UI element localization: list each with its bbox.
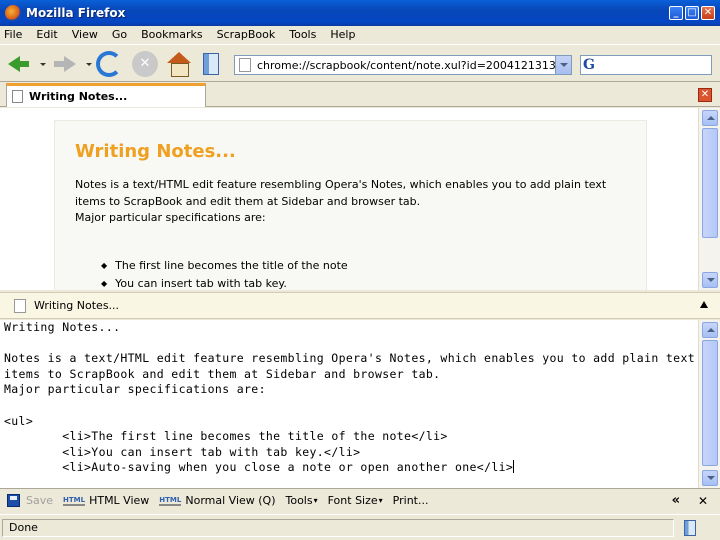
menu-help[interactable]: Help xyxy=(330,28,355,41)
window-title: Mozilla Firefox xyxy=(26,6,126,20)
close-window-button[interactable]: ✕ xyxy=(701,6,715,20)
editor-line: <li>The first line becomes the title of … xyxy=(4,429,448,444)
save-icon xyxy=(7,494,20,507)
status-text: Done xyxy=(9,521,38,534)
note-title: Writing Notes... xyxy=(75,141,236,162)
scroll-thumb[interactable] xyxy=(702,340,718,466)
page-icon xyxy=(12,90,23,103)
scroll-up-button[interactable] xyxy=(702,322,718,338)
tab-label: Writing Notes... xyxy=(29,90,128,103)
note-panel-header: Writing Notes... xyxy=(0,292,720,319)
navigation-toolbar: ✕ chrome://scrapbook/content/note.xul?id… xyxy=(0,44,720,82)
text-caret xyxy=(513,460,515,474)
html-view-button[interactable]: HTML HTML View xyxy=(63,494,149,507)
back-dropdown-icon[interactable] xyxy=(40,63,46,66)
back-button[interactable] xyxy=(6,51,32,77)
note-toolbar: Save HTML HTML View HTML Normal View (Q)… xyxy=(0,488,720,512)
editor-line: <ul> xyxy=(4,413,34,428)
editor-line: items to ScrapBook and edit them at Side… xyxy=(4,366,441,381)
scroll-up-button[interactable] xyxy=(702,110,718,126)
editor-line: Major particular specifications are: xyxy=(4,382,266,397)
note-list: The first line becomes the title of the … xyxy=(101,258,348,290)
html-icon: HTML xyxy=(159,495,182,506)
menu-edit[interactable]: Edit xyxy=(36,28,57,41)
status-cell xyxy=(2,519,674,537)
page-content: Writing Notes... Notes is a text/HTML ed… xyxy=(0,108,698,290)
normal-view-button[interactable]: HTML Normal View (Q) xyxy=(159,494,276,507)
search-bar[interactable]: G xyxy=(580,55,712,75)
menu-file[interactable]: File xyxy=(4,28,22,41)
scroll-thumb[interactable] xyxy=(702,128,718,238)
title-bar: Mozilla Firefox _ □ ✕ xyxy=(0,0,720,26)
maximize-button[interactable]: □ xyxy=(685,6,699,20)
editor-line: Writing Notes... xyxy=(4,320,121,334)
normal-view-label: Normal View (Q) xyxy=(185,494,276,507)
save-label: Save xyxy=(26,494,54,507)
google-search-icon[interactable]: G xyxy=(583,57,601,73)
page-icon xyxy=(239,58,251,72)
stop-button[interactable]: ✕ xyxy=(132,51,158,77)
menu-scrapbook[interactable]: ScrapBook xyxy=(217,28,276,41)
forward-button[interactable] xyxy=(52,51,78,77)
menu-bookmarks[interactable]: Bookmarks xyxy=(141,28,202,41)
note-editor[interactable]: Writing Notes... Notes is a text/HTML ed… xyxy=(0,320,698,488)
list-item: The first line becomes the title of the … xyxy=(101,258,348,276)
firefox-logo-icon xyxy=(5,5,21,21)
close-note-icon[interactable]: ✕ xyxy=(698,494,708,508)
forward-dropdown-icon[interactable] xyxy=(86,63,92,66)
tab-writing-notes[interactable]: Writing Notes... xyxy=(6,83,206,107)
editor-line: <li>You can insert tab with tab key.</li… xyxy=(4,444,361,459)
menu-go[interactable]: Go xyxy=(112,28,127,41)
menu-bar: File Edit View Go Bookmarks ScrapBook To… xyxy=(0,26,720,42)
tools-label: Tools xyxy=(285,494,313,507)
note-icon xyxy=(14,298,26,313)
html-icon: HTML xyxy=(63,495,86,506)
save-button[interactable]: Save xyxy=(0,494,53,507)
url-text[interactable]: chrome://scrapbook/content/note.xul?id=2… xyxy=(257,59,555,72)
minimize-button[interactable]: _ xyxy=(669,6,683,20)
font-size-menu-button[interactable]: Font Size ▾ xyxy=(328,494,383,507)
content-scrollbar[interactable] xyxy=(698,108,720,290)
chevron-down-icon: ▾ xyxy=(378,496,383,505)
tools-menu-button[interactable]: Tools ▾ xyxy=(286,494,318,507)
double-chevron-left-icon[interactable]: « xyxy=(672,493,680,508)
note-box: Writing Notes... Notes is a text/HTML ed… xyxy=(54,120,647,290)
html-view-label: HTML View xyxy=(89,494,150,507)
panel-title: Writing Notes... xyxy=(34,299,120,312)
sidebar-status-icon[interactable] xyxy=(684,520,696,536)
scroll-down-button[interactable] xyxy=(702,272,718,288)
url-bar[interactable]: chrome://scrapbook/content/note.xul?id=2… xyxy=(234,55,572,75)
scroll-down-button[interactable] xyxy=(702,470,718,486)
note-paragraph-1: Notes is a text/HTML edit feature resemb… xyxy=(75,178,607,208)
editor-scrollbar[interactable] xyxy=(698,320,720,488)
menu-tools[interactable]: Tools xyxy=(289,28,316,41)
font-size-label: Font Size xyxy=(327,494,378,507)
editor-line: Notes is a text/HTML edit feature resemb… xyxy=(4,351,695,366)
url-history-dropdown[interactable] xyxy=(555,56,571,74)
chevron-down-icon: ▾ xyxy=(313,496,318,505)
print-label: Print... xyxy=(392,494,429,507)
sidebar-toggle-button[interactable] xyxy=(203,53,219,75)
print-button[interactable]: Print... xyxy=(393,494,429,507)
list-item: You can insert tab with tab key. xyxy=(101,276,348,291)
collapse-panel-icon[interactable] xyxy=(700,301,708,308)
editor-line: <li>Auto-saving when you close a note or… xyxy=(4,460,514,475)
note-paragraph: Notes is a text/HTML edit feature resemb… xyxy=(75,177,635,227)
reload-button[interactable] xyxy=(96,51,122,77)
menu-view[interactable]: View xyxy=(72,28,98,41)
tab-bar: Writing Notes... ✕ xyxy=(0,83,720,107)
home-button[interactable] xyxy=(166,51,192,77)
close-tab-button[interactable]: ✕ xyxy=(698,88,712,102)
status-bar: Done xyxy=(0,514,720,540)
note-paragraph-2: Major particular specifications are: xyxy=(75,211,266,224)
